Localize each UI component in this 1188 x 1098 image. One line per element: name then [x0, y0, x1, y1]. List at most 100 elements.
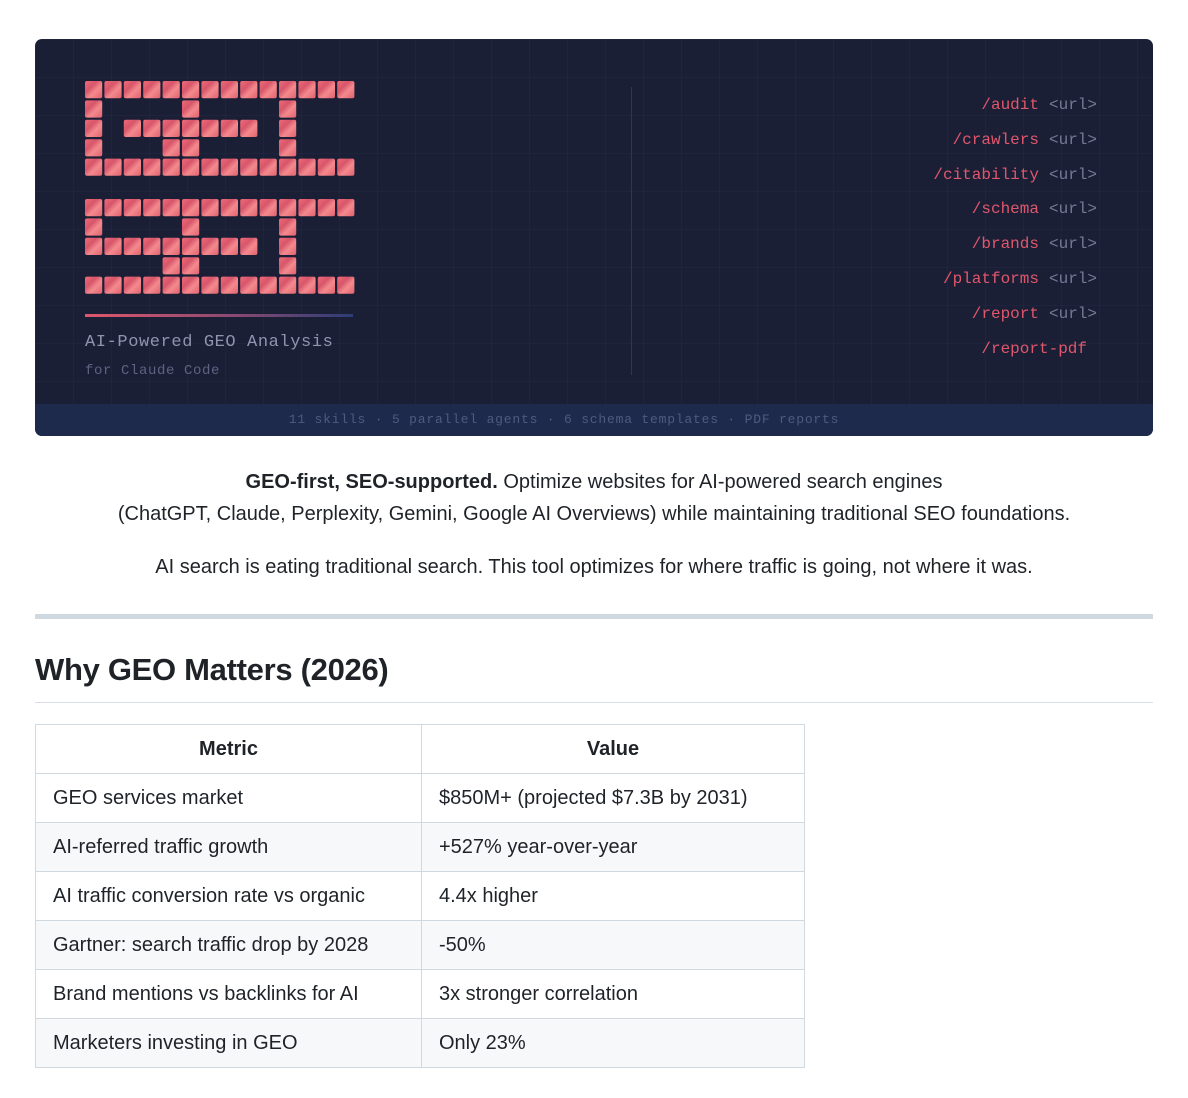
logo-pixel-tile — [298, 158, 316, 176]
banner-subtagline: for Claude Code — [85, 363, 221, 379]
table-row: Brand mentions vs backlinks for AI 3x st… — [35, 969, 805, 1019]
value-cell: Only 23% — [421, 1018, 805, 1068]
metric-cell: GEO services market — [35, 773, 422, 823]
logo-pixel-tile — [201, 199, 219, 217]
horizontal-rule — [35, 614, 1153, 619]
logo-pixel-tile — [85, 199, 103, 217]
metric-cell: Brand mentions vs backlinks for AI — [35, 969, 422, 1019]
logo-pixel-tile — [104, 237, 122, 255]
logo-pixel-tile — [143, 237, 161, 255]
logo-underline — [85, 314, 353, 317]
logo-pixel-tile — [182, 139, 200, 157]
logo-pixel-tile — [220, 119, 238, 137]
logo-pixel-tile — [220, 199, 238, 217]
command-name: /brands — [971, 235, 1039, 254]
table-header-row: Metric Value — [35, 724, 805, 774]
table-row: GEO services market $850M+ (projected $7… — [35, 773, 805, 823]
logo-pixel-tile — [182, 276, 200, 294]
logo-pixel-tile — [123, 158, 141, 176]
logo-pixel-tile — [240, 158, 258, 176]
logo-pixel-tile — [162, 139, 180, 157]
logo-pixel-tile — [123, 276, 141, 294]
logo-pixel-tile — [201, 276, 219, 294]
metrics-table: Metric Value GEO services market $850M+ … — [35, 724, 805, 1068]
logo-pixel-tile — [259, 81, 277, 99]
logo-pixel-tile — [182, 81, 200, 99]
table-row: Marketers investing in GEO Only 23% — [35, 1018, 805, 1068]
logo-pixel-tile — [201, 81, 219, 99]
logo-pixel-tile — [240, 237, 258, 255]
logo-pixel-tile — [201, 158, 219, 176]
command-item: /crawlers <url> — [797, 131, 1097, 166]
logo-pixel-tile — [123, 199, 141, 217]
logo-pixel-tile — [279, 100, 297, 118]
logo-pixel-tile — [104, 199, 122, 217]
logo-pixel-tile — [337, 81, 355, 99]
logo-pixel-tile — [182, 100, 200, 118]
command-arg: <url> — [1048, 130, 1097, 149]
command-name: /citability — [933, 165, 1039, 184]
logo-pixel-tile — [162, 158, 180, 176]
intro-lead-rest: Optimize websites for AI-powered search … — [497, 471, 943, 493]
command-item: /platforms <url> — [797, 270, 1097, 305]
value-cell: $850M+ (projected $7.3B by 2031) — [421, 773, 805, 823]
command-item: /brands <url> — [797, 235, 1097, 270]
logo-pixel-tile — [162, 119, 180, 137]
logo-pixel-tile — [85, 81, 103, 99]
logo-pixel-tile — [143, 158, 161, 176]
logo-pixel-tile — [182, 158, 200, 176]
logo-pixel-tile — [337, 199, 355, 217]
logo-pixel-tile — [259, 158, 277, 176]
logo-pixel-tile — [143, 199, 161, 217]
logo-pixel-tile — [317, 276, 335, 294]
logo-pixel-tile — [279, 119, 297, 137]
logo-pixel-tile — [240, 119, 258, 137]
logo-pixel-tile — [85, 218, 103, 236]
logo-pixel-tile — [220, 276, 238, 294]
logo-pixel-tile — [298, 81, 316, 99]
logo-pixel-tile — [317, 199, 335, 217]
logo-pixel-tile — [85, 100, 103, 118]
logo-pixel-tile — [201, 237, 219, 255]
table-row: AI-referred traffic growth +527% year-ov… — [35, 822, 805, 872]
command-item: /report <url> — [797, 305, 1097, 340]
intro-paragraph: GEO-first, SEO-supported. Optimize websi… — [35, 466, 1153, 530]
logo-pixel-tile — [279, 237, 297, 255]
table-row: AI traffic conversion rate vs organic 4.… — [35, 871, 805, 921]
logo-pixel-tile — [85, 119, 103, 137]
logo-pixel-tile — [85, 158, 103, 176]
logo-pixel-tile — [123, 237, 141, 255]
logo-pixel-tile — [259, 276, 277, 294]
logo-pixel-tile — [279, 276, 297, 294]
command-name: /report — [971, 304, 1039, 323]
logo-pixel-tile — [317, 81, 335, 99]
logo-pixel-tile — [162, 199, 180, 217]
logo-pixel-tile — [182, 218, 200, 236]
logo-pixel-tile — [162, 81, 180, 99]
command-name: /schema — [971, 200, 1039, 219]
column-header-metric: Metric — [35, 724, 422, 774]
logo-pixel-tile — [279, 81, 297, 99]
logo-pixel-tile — [240, 81, 258, 99]
logo-pixel-tile — [182, 237, 200, 255]
column-header-value: Value — [421, 724, 805, 774]
heading-underline — [35, 702, 1153, 703]
command-arg: <url> — [1048, 96, 1097, 114]
logo-pixel-tile — [85, 237, 103, 255]
logo-pixel-tile — [337, 276, 355, 294]
logo-pixel-tile — [162, 237, 180, 255]
logo-pixel-tile — [220, 237, 238, 255]
logo-pixel-tile — [298, 276, 316, 294]
logo-pixel-tile — [298, 199, 316, 217]
metric-cell: Marketers investing in GEO — [35, 1018, 422, 1068]
metric-cell: Gartner: search traffic drop by 2028 — [35, 920, 422, 970]
logo-pixel-tile — [317, 158, 335, 176]
command-arg: <url> — [1048, 200, 1097, 219]
value-cell: 4.4x higher — [421, 871, 805, 921]
logo-pixel-tile — [104, 158, 122, 176]
logo-pixel-tile — [182, 119, 200, 137]
command-item: /audit <url> — [797, 96, 1097, 131]
logo-pixel-tile — [104, 81, 122, 99]
intro-second-paragraph: AI search is eating traditional search. … — [155, 556, 1033, 578]
logo-pixel-tile — [337, 158, 355, 176]
